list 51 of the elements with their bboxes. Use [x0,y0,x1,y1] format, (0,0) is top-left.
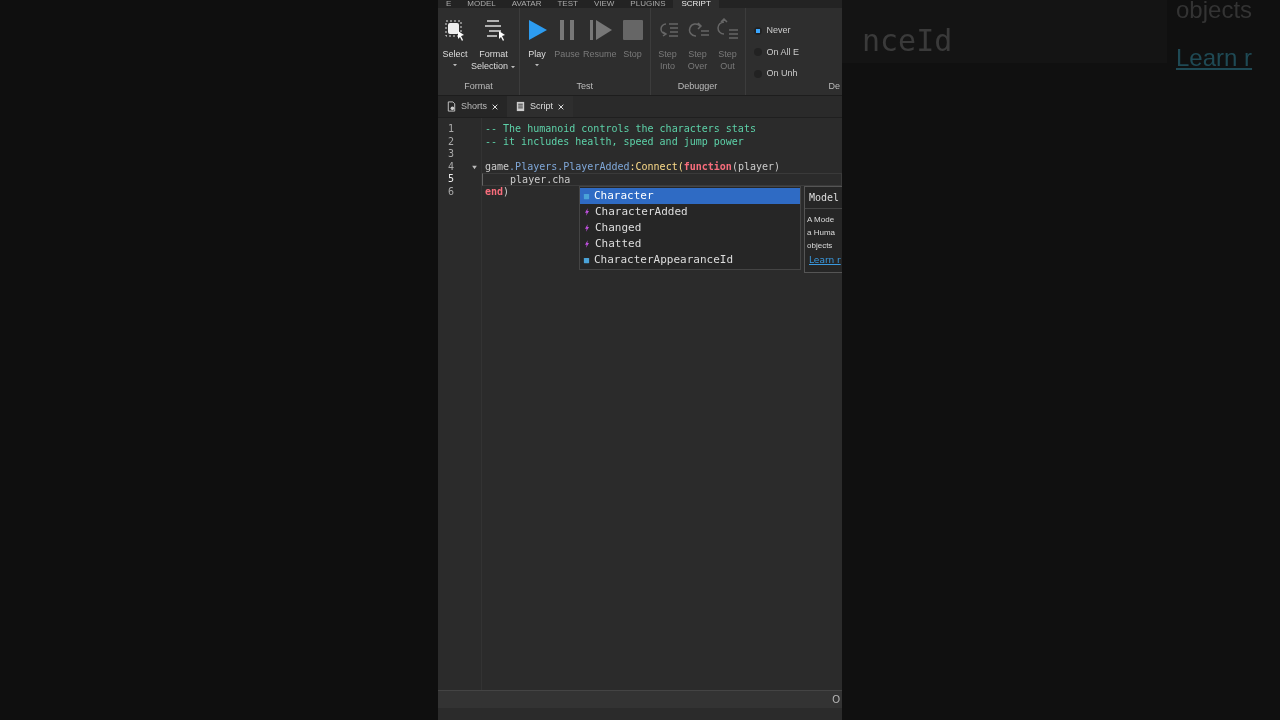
line-number: 6 [448,185,455,199]
ribbon-tab[interactable]: VIEW [585,0,623,8]
suggestion-item[interactable]: Chatted [580,236,800,252]
ribbon-tab[interactable]: MODEL [459,0,504,8]
code-line: game.Players.PlayerAdded:Connect(function(player) [485,160,781,172]
ribbon-tab[interactable]: AVATAR [503,0,550,8]
blurred-link-text: Learn r [1176,43,1253,73]
property-icon [583,192,590,200]
script-icon [515,101,526,112]
line-number: 2 [448,135,455,149]
ribbon-tab[interactable]: SCRIPT [673,0,719,8]
tooltip-text: a Huma [807,227,836,239]
ribbon-tab[interactable]: PLUGINS [622,0,674,8]
line-number: 4 [448,160,455,174]
ribbon-button[interactable]: Select [440,8,470,80]
suggestion-item[interactable]: Character [580,188,800,204]
suggestion-item[interactable]: CharacterAppearanceId [580,252,800,268]
group-label: Debugger [676,79,719,93]
collapse-icon [471,163,478,171]
line-number: 1 [448,123,455,136]
tooltip-text: objects [807,240,834,252]
code-line: end) [485,185,510,197]
ribbon-tab[interactable]: TEST [549,0,586,8]
group-label: De [827,79,840,93]
group-label: Format [463,79,494,93]
suggestion-item[interactable]: Changed [580,220,800,236]
code-line: -- The humanoid controls the characters stats [485,123,756,134]
ribbon-tab[interactable]: E [438,0,460,8]
learn-more-link[interactable]: Learn r [809,255,841,265]
code-line: player.cha [509,174,571,186]
document-tab[interactable]: Shorts [438,96,507,117]
close-icon [491,102,499,111]
stop-icon [620,18,645,42]
line-number: 3 [448,148,455,161]
code-line: -- it includes health, speed and jump power [485,135,744,147]
step-out-icon [715,18,740,42]
resume-icon [587,18,612,42]
ribbon-button[interactable]: Format Selection [470,8,518,80]
close-icon [557,102,566,111]
radio-option[interactable]: On Unh [753,67,836,80]
property-icon [583,256,590,264]
status-text: O [832,693,840,707]
suggestion-item[interactable]: CharacterAdded [580,204,800,220]
ribbon-button[interactable]: Play [522,8,553,80]
tooltip-text: A Mode [807,214,836,226]
document-tab[interactable]: Script [507,96,574,117]
line-number: 5 [448,173,455,186]
place-icon [446,101,457,112]
radio-option[interactable]: On All E [753,45,836,59]
radio-option[interactable]: Never [753,24,836,38]
group-label: Test [575,79,595,93]
